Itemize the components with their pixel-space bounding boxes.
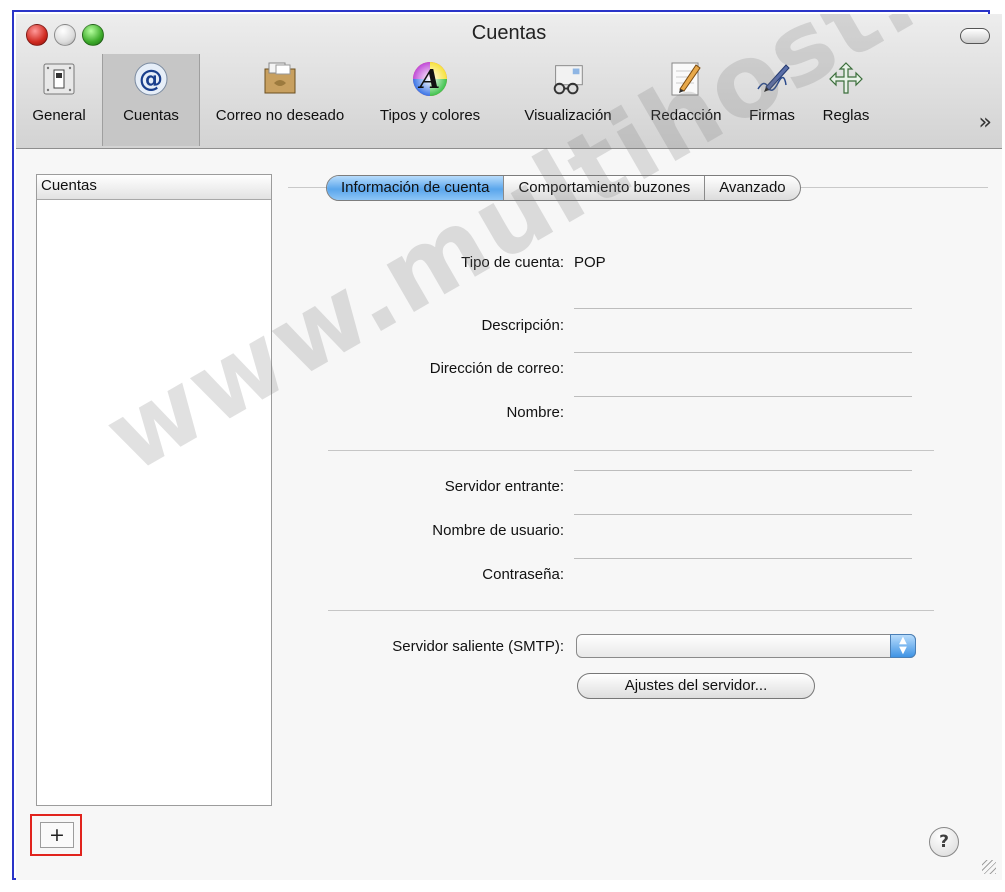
toolbar-label: Firmas — [749, 107, 795, 124]
description-field[interactable] — [574, 308, 912, 332]
username-field[interactable] — [574, 514, 912, 538]
form-separator — [328, 450, 934, 451]
popup-arrows-icon: ▲ ▼ — [890, 634, 916, 658]
smtp-server-popup[interactable]: ▲ ▼ — [576, 634, 916, 658]
toolbar-item-signatures[interactable]: Firmas — [738, 54, 806, 146]
password-field[interactable] — [574, 558, 912, 582]
toolbar-label: Visualización — [524, 107, 612, 124]
toolbar-item-fonts-colors[interactable]: A Tipos y colores — [360, 54, 500, 146]
toolbar-item-composing[interactable]: Redacción — [636, 54, 736, 146]
title-toolbar-area: Cuentas General @ Cuentas Correo no dese… — [16, 14, 1002, 149]
at-sign-icon: @ — [131, 59, 171, 99]
toolbar-label: Tipos y colores — [379, 107, 481, 124]
server-settings-button[interactable]: Ajustes del servidor... — [577, 673, 815, 699]
composing-pencil-icon — [666, 59, 706, 99]
highlight-annotation — [30, 814, 82, 856]
general-switch-icon — [39, 59, 79, 99]
preferences-toolbar: General @ Cuentas Correo no deseado A Ti… — [16, 54, 1002, 146]
viewing-glasses-icon — [548, 59, 588, 99]
toolbar-item-viewing[interactable]: Visualización — [502, 54, 634, 146]
tab-mailbox-behaviors[interactable]: Comportamiento buzones — [504, 176, 706, 200]
toolbar-item-rules[interactable]: Reglas — [806, 54, 886, 146]
toolbar-label: Cuentas — [123, 107, 179, 124]
fonts-colors-icon: A — [410, 59, 450, 99]
signature-pen-icon — [752, 59, 792, 99]
toolbar-label: General — [32, 107, 86, 124]
description-label: Descripción: — [481, 317, 564, 334]
tab-advanced[interactable]: Avanzado — [705, 176, 799, 200]
svg-text:@: @ — [139, 65, 163, 93]
toolbar-overflow-icon[interactable]: » — [979, 110, 992, 135]
toolbar-item-general[interactable]: General — [16, 54, 102, 146]
rules-icon — [826, 59, 866, 99]
junk-mail-icon — [260, 59, 300, 99]
window-title: Cuentas — [471, 22, 547, 44]
full-name-field[interactable] — [574, 396, 912, 420]
smtp-server-label: Servidor saliente (SMTP): — [392, 638, 564, 655]
username-label: Nombre de usuario: — [432, 522, 564, 539]
preferences-window: Cuentas General @ Cuentas Correo no dese… — [16, 14, 1002, 880]
toolbar-label: Correo no deseado — [215, 107, 345, 124]
account-type-label: Tipo de cuenta: — [461, 254, 564, 271]
toolbar-item-cuentas[interactable]: @ Cuentas — [102, 54, 200, 146]
svg-text:A: A — [417, 65, 440, 95]
full-name-label: Nombre: — [506, 404, 564, 421]
account-type-value: POP — [574, 254, 606, 271]
toolbar-label: Redacción — [650, 107, 722, 124]
toolbar-item-junk-mail[interactable]: Correo no deseado — [200, 54, 360, 146]
help-button[interactable]: ? — [929, 827, 959, 857]
toolbar-toggle-button[interactable] — [960, 28, 990, 44]
tab-account-information[interactable]: Información de cuenta — [327, 176, 505, 200]
incoming-server-label: Servidor entrante: — [444, 478, 564, 495]
email-address-field[interactable] — [574, 352, 912, 376]
resize-grip-icon[interactable] — [982, 860, 996, 874]
incoming-server-field[interactable] — [574, 470, 912, 494]
account-tabs: Información de cuenta Comportamiento buz… — [326, 175, 801, 201]
password-label: Contraseña: — [482, 566, 564, 583]
form-separator — [328, 610, 934, 611]
toolbar-label: Reglas — [822, 107, 870, 124]
email-address-label: Dirección de correo: — [429, 360, 564, 377]
accounts-list-header[interactable]: Cuentas — [37, 175, 271, 200]
